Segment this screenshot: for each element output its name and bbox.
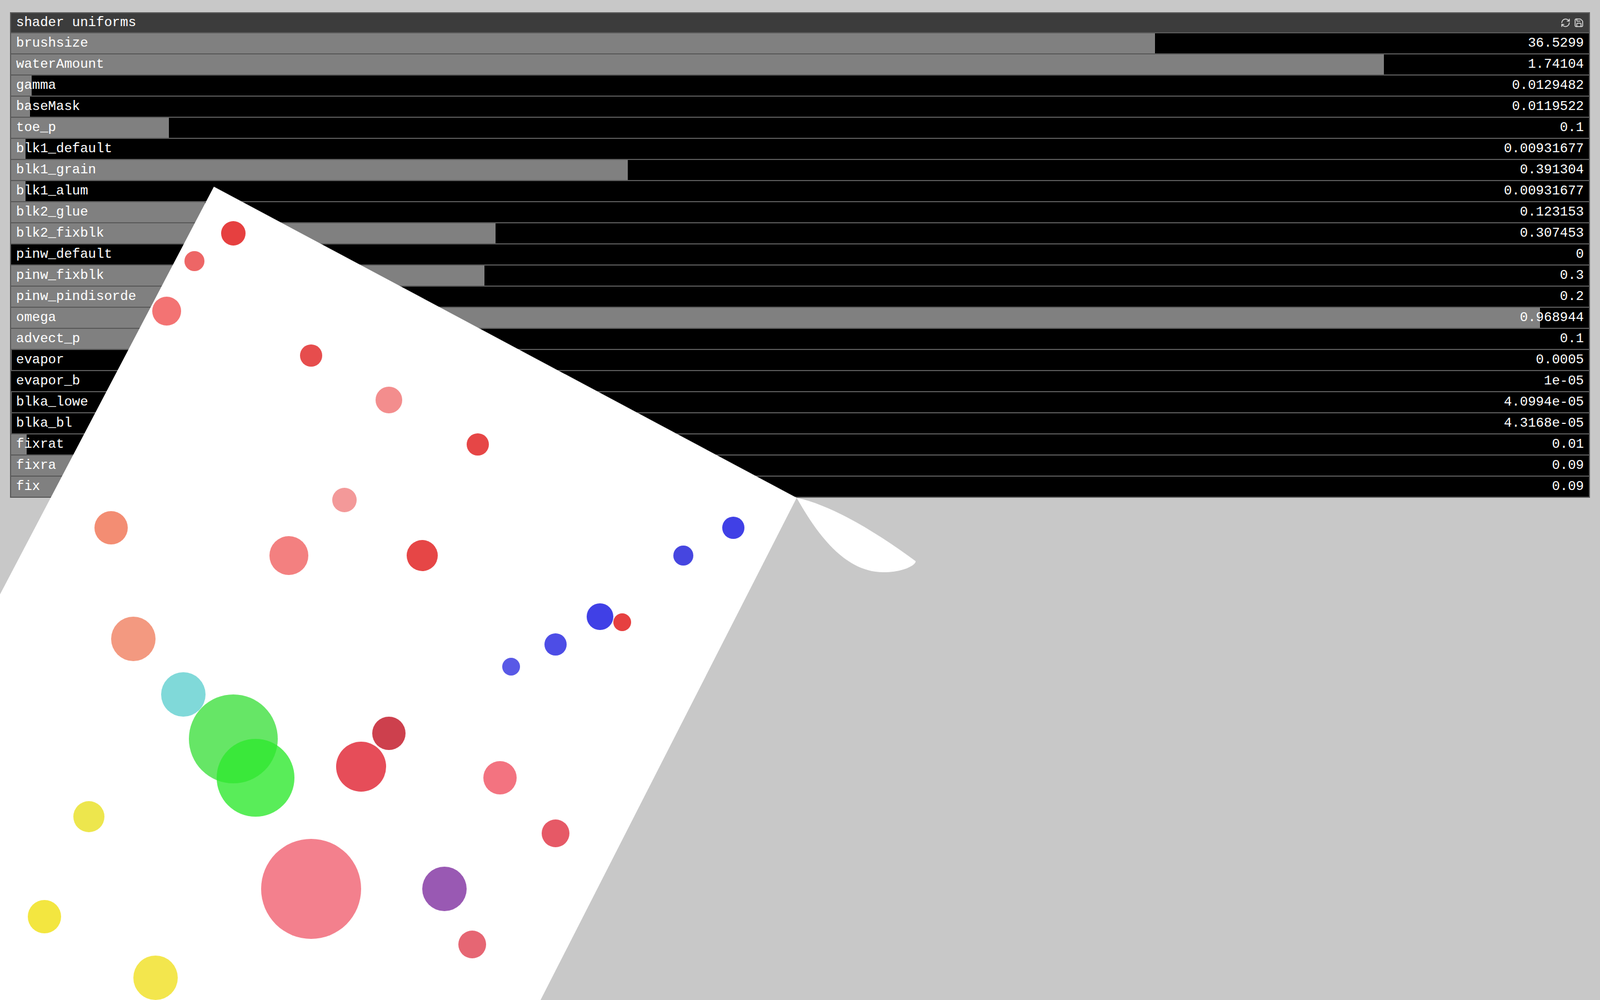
uniform-slider[interactable]: gamma 0.0129482	[11, 75, 1589, 96]
title-actions	[1560, 17, 1584, 28]
uniform-label: blk2_glue	[16, 205, 89, 219]
uniform-label: gamma	[16, 78, 57, 93]
uniform-slider[interactable]: fix 0.09	[11, 476, 1589, 497]
uniform-label: blk1_default	[16, 142, 113, 156]
slider-fill	[11, 160, 628, 180]
uniform-value: 0.968944	[1520, 311, 1584, 325]
uniform-value: 0.01	[1551, 437, 1584, 452]
uniform-label: blk1_alum	[16, 184, 89, 198]
slider-fill	[11, 350, 12, 370]
uniform-label: blka_bl	[16, 416, 73, 430]
panel-title: shader uniforms	[16, 16, 137, 30]
uniform-label: fixra	[16, 458, 57, 473]
uniform-slider[interactable]: evapor_b 1e-05	[11, 371, 1589, 392]
uniform-label: advect_p	[16, 332, 80, 346]
uniform-value: 1.74104	[1527, 57, 1584, 72]
slider-fill	[11, 54, 1384, 75]
uniform-slider[interactable]: evapor 0.0005	[11, 350, 1589, 370]
uniform-label: evapor_b	[16, 374, 80, 388]
uniform-value: 0	[1576, 247, 1584, 262]
slider-fill	[11, 371, 12, 392]
uniform-value: 1e-05	[1543, 374, 1584, 388]
uniforms-panel: shader uniforms brushsize 36.5299 waterAmou…	[10, 12, 1590, 498]
uniform-slider[interactable]: waterAmount 1.74104	[11, 54, 1589, 75]
uniform-value: 0.3	[1560, 268, 1584, 283]
slider-fill	[11, 392, 12, 413]
uniform-slider[interactable]: blk1_grain 0.391304	[11, 160, 1589, 180]
uniform-value: 0.00931677	[1503, 142, 1584, 156]
uniform-slider[interactable]: blk1_alum 0.00931677	[11, 181, 1589, 202]
uniform-slider[interactable]: toe_p 0.1	[11, 117, 1589, 138]
uniform-label: fixrat	[16, 437, 64, 452]
uniform-slider[interactable]: baseMask 0.0119522	[11, 96, 1589, 117]
uniform-value: 0.391304	[1520, 163, 1584, 177]
uniform-slider[interactable]: brushsize 36.5299	[11, 33, 1589, 54]
uniform-label: brushsize	[16, 36, 89, 50]
slider-fill	[11, 307, 1540, 328]
uniform-value: 4.3168e-05	[1503, 416, 1584, 430]
uniform-slider[interactable]: blk1_default 0.00931677	[11, 138, 1589, 159]
uniform-slider[interactable]: blka_bl 4.3168e-05	[11, 413, 1589, 434]
uniform-slider[interactable]: omega 0.968944	[11, 307, 1589, 328]
uniform-label: waterAmount	[16, 57, 104, 72]
uniform-slider[interactable]: fixra 0.09	[11, 455, 1589, 476]
uniform-value: 0.09	[1551, 480, 1584, 494]
uniform-label: omega	[16, 311, 57, 325]
uniform-label: blk1_grain	[16, 163, 97, 177]
uniform-label: pinw_pindisorde	[16, 290, 137, 304]
uniform-label: pinw_fixblk	[16, 268, 104, 283]
uniform-value: 0.1	[1560, 332, 1584, 346]
uniform-value: 36.5299	[1527, 36, 1584, 50]
uniform-value: 0.0129482	[1511, 78, 1584, 93]
uniform-value: 0.307453	[1520, 226, 1584, 240]
uniform-label: toe_p	[16, 121, 57, 135]
panel-title-bar[interactable]: shader uniforms	[11, 13, 1589, 33]
uniform-value: 0.1	[1560, 121, 1584, 135]
uniform-label: pinw_default	[16, 247, 113, 262]
uniform-value: 4.0994e-05	[1503, 395, 1584, 409]
uniform-slider[interactable]: pinw_default 0	[11, 244, 1589, 265]
uniform-slider[interactable]: pinw_fixblk 0.3	[11, 265, 1589, 286]
uniform-slider[interactable]: advect_p 0.1	[11, 328, 1589, 349]
uniform-label: baseMask	[16, 100, 80, 114]
uniform-slider[interactable]: pinw_pindisorde 0.2	[11, 286, 1589, 307]
uniform-value: 0.00931677	[1503, 184, 1584, 198]
uniform-slider[interactable]: blka_lowe 4.0994e-05	[11, 392, 1589, 413]
uniform-slider[interactable]: blk2_fixblk 0.307453	[11, 223, 1589, 244]
uniform-label: blka_lowe	[16, 395, 89, 409]
save-icon[interactable]	[1573, 17, 1584, 28]
slider-fill	[11, 33, 1155, 54]
uniform-label: fix	[16, 480, 40, 494]
uniform-value: 0.0119522	[1511, 100, 1584, 114]
uniform-slider[interactable]: fixrat 0.01	[11, 434, 1589, 455]
uniform-value: 0.2	[1560, 290, 1584, 304]
refresh-icon[interactable]	[1560, 17, 1571, 28]
uniform-value: 0.123153	[1520, 205, 1584, 219]
uniform-label: blk2_fixblk	[16, 226, 104, 240]
app: shader uniforms brushsize 36.5299 waterAmou…	[0, 0, 1600, 1000]
uniform-label: evapor	[16, 353, 64, 367]
slider-fill	[11, 413, 12, 434]
uniform-value: 0.09	[1551, 458, 1584, 473]
paint-canvas[interactable]	[0, 0, 1600, 1000]
uniform-slider[interactable]: blk2_glue 0.123153	[11, 202, 1589, 223]
uniform-value: 0.0005	[1536, 353, 1584, 367]
